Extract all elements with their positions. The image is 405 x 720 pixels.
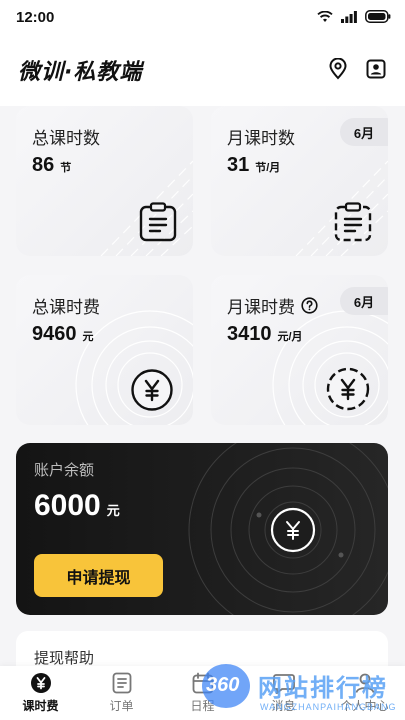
brand-logo: 微训·私教端	[18, 60, 143, 85]
watermark-badge: 360	[206, 674, 240, 696]
help-question-icon[interactable]	[301, 297, 318, 314]
card-value: 86 节	[32, 154, 71, 177]
card-title: 总课时数	[32, 129, 100, 148]
total-hours-card[interactable]: 总课时数 86 节	[16, 106, 193, 256]
watermark-text: 网站排行榜	[258, 675, 388, 702]
status-time: 12:00	[16, 9, 55, 26]
contact-card-icon	[366, 59, 386, 79]
value-unit: 元/月	[277, 331, 303, 343]
yuan-icon	[30, 673, 51, 693]
total-fee-card[interactable]: 总课时费 9460 元	[16, 275, 193, 425]
value-number: 86	[32, 154, 55, 176]
help-title: 提现帮助	[34, 650, 95, 667]
signal-icon	[341, 10, 357, 23]
clipboard-icon	[139, 202, 177, 242]
watermark: 360 网站排行榜 WANGZHANPAIHANGBANG	[200, 662, 405, 720]
tab-label: 课时费	[22, 699, 59, 713]
balance-title: 账户余额	[34, 462, 95, 479]
tab-course-fee[interactable]: 课时费	[0, 666, 81, 720]
app-header: 微训·私教端	[0, 36, 405, 106]
card-value: 31 节/月	[227, 154, 280, 177]
value-unit: 节	[60, 162, 72, 174]
battery-icon	[365, 10, 391, 23]
watermark-subtext: WANGZHANPAIHANGBANG	[260, 702, 397, 712]
value-unit: 元	[82, 331, 94, 343]
value-unit: 节/月	[255, 162, 281, 174]
account-balance-card: 账户余额 6000 元 申请提现	[16, 443, 388, 615]
monthly-hours-card[interactable]: 月课时数 6月 31 节/月	[211, 106, 388, 256]
balance-unit: 元	[106, 503, 120, 518]
value-number: 31	[227, 154, 250, 176]
card-value: 9460 元	[32, 323, 94, 346]
clipboard-dashed-icon	[334, 202, 372, 242]
status-bar: 12:00	[0, 0, 405, 36]
tab-label: 订单	[109, 699, 134, 713]
balance-number: 6000	[34, 489, 101, 522]
location-icon	[329, 58, 347, 80]
month-selector-badge[interactable]: 6月	[340, 118, 388, 146]
withdraw-button[interactable]: 申请提现	[34, 554, 163, 597]
card-title-text: 月课时费	[227, 298, 295, 317]
monthly-fee-card[interactable]: 月课时费 6月 3410 元/月	[211, 275, 388, 425]
value-number: 3410	[227, 323, 272, 345]
month-selector-badge[interactable]: 6月	[340, 287, 388, 315]
location-button[interactable]	[325, 56, 351, 82]
card-title: 月课时数	[227, 129, 295, 148]
value-number: 9460	[32, 323, 77, 345]
wifi-icon	[317, 10, 333, 22]
order-icon	[112, 672, 131, 694]
card-title: 总课时费	[32, 298, 100, 317]
card-value: 3410 元/月	[227, 323, 303, 346]
card-title: 月课时费	[227, 293, 318, 318]
profile-card-button[interactable]	[363, 56, 389, 82]
yuan-coin-icon	[131, 369, 173, 411]
tab-orders[interactable]: 订单	[81, 666, 162, 720]
balance-value: 6000 元	[34, 489, 120, 523]
status-icons	[317, 10, 391, 23]
yuan-coin-dashed-icon	[326, 367, 370, 411]
